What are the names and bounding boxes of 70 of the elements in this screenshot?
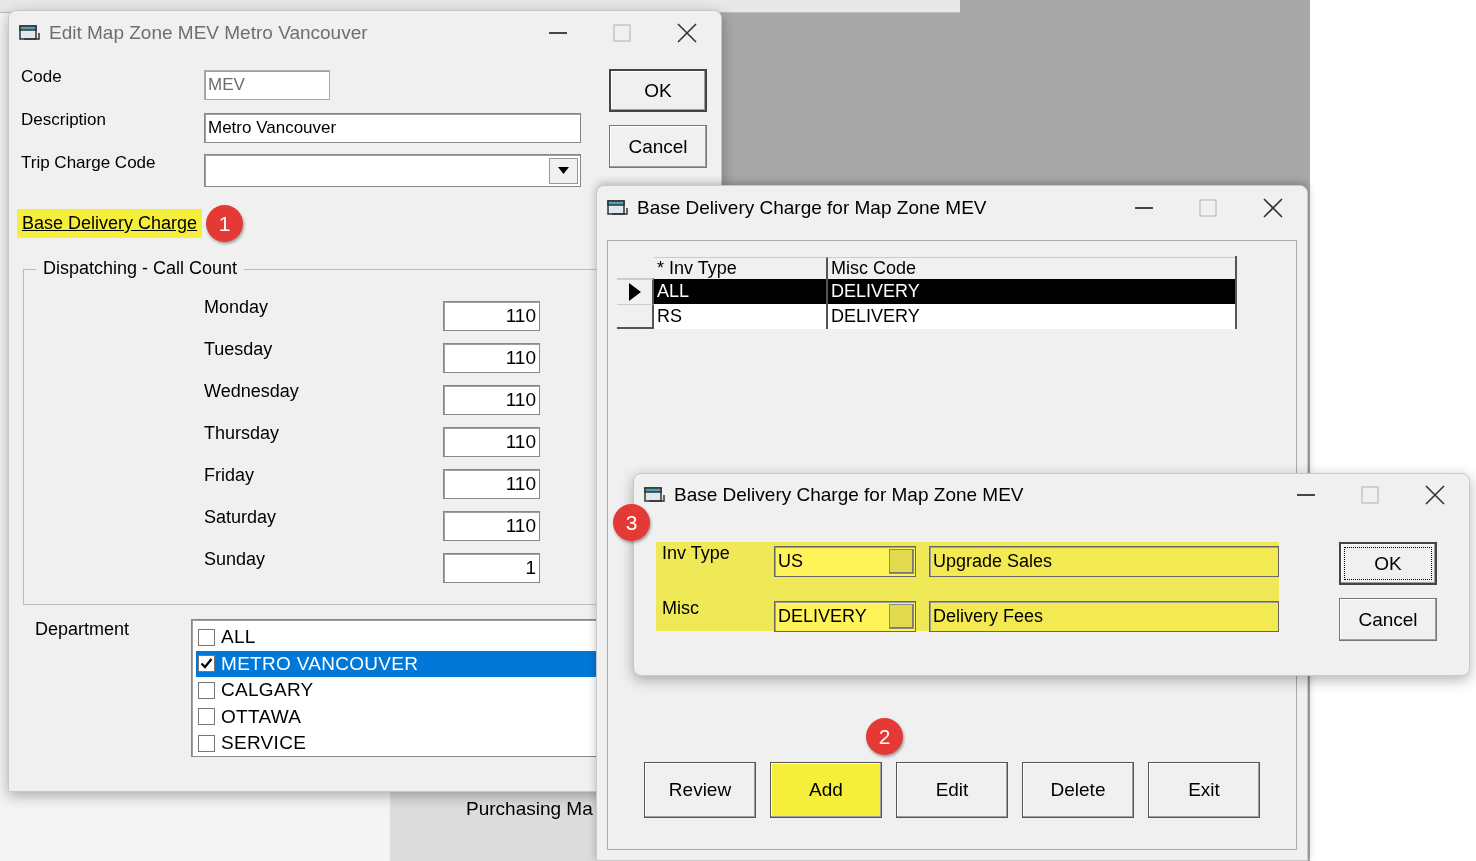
day-label: Saturday [204,507,278,528]
checkbox[interactable] [198,628,215,646]
close-icon[interactable] [677,23,697,43]
field-label: Description [21,110,108,130]
count-field[interactable]: 110 [443,468,540,499]
count-field[interactable]: 110 [443,426,540,457]
table-row[interactable]: ALL DELIVERY [617,279,1235,304]
window-title: Edit Map Zone MEV Metro Vancouver [49,22,369,44]
text-field[interactable]: Metro Vancouver [204,112,581,143]
count-field[interactable]: 110 [443,384,540,415]
action-button[interactable]: Edit [896,762,1008,818]
action-button[interactable]: Review [644,762,756,818]
window-icon [607,199,629,217]
checkbox[interactable] [198,655,215,673]
window-title: Base Delivery Charge for Map Zone MEV [674,484,1025,506]
row-pointer-icon [628,283,641,301]
description-field: Delivery Fees [929,600,1279,632]
window-title: Base Delivery Charge for Map Zone MEV [637,197,988,219]
table-cell: RS [654,304,828,329]
day-label: Tuesday [204,339,274,360]
close-icon[interactable] [1425,485,1445,505]
checkbox[interactable] [198,681,215,699]
dialog-button[interactable]: Cancel [609,125,707,168]
lookup-button[interactable] [889,603,914,629]
count-field[interactable]: 110 [443,300,540,331]
base-delivery-charge-link[interactable]: Base Delivery Charge [17,209,203,238]
department-item[interactable]: METRO VANCOUVER [196,650,596,677]
window-icon [19,24,41,42]
description-field: Upgrade Sales [929,545,1279,577]
window-icon [644,486,666,504]
field-label: Inv Type [662,543,731,564]
field-label: Misc [662,598,700,619]
group-title: Dispatching - Call Count [36,258,245,279]
dialog-button[interactable]: Cancel [1339,598,1437,641]
field-label: Trip Charge Code [21,153,157,173]
close-icon[interactable] [1263,198,1283,218]
department-item[interactable]: CALGARY [198,677,596,704]
dialog-button[interactable]: OK [1339,542,1437,585]
table-row[interactable]: RS DELIVERY [617,304,1235,329]
count-field[interactable]: 1 [443,552,540,583]
field-label: Code [21,67,63,87]
checkbox[interactable] [198,734,215,752]
day-label: Thursday [204,423,281,444]
department-item[interactable]: ALL [198,624,596,651]
step-badge: 1 [206,205,244,242]
count-field[interactable]: 110 [443,342,540,373]
checkbox[interactable] [198,708,215,726]
department-item[interactable]: SERVICE [198,730,596,757]
department-item[interactable]: OTTAWA [198,703,596,730]
action-button[interactable]: Exit [1148,762,1260,818]
day-label: Friday [204,465,255,486]
step-badge: 2 [866,718,903,755]
day-label: Monday [204,297,270,318]
table-cell: ALL [654,279,828,304]
dropdown-field[interactable] [204,154,581,187]
field-label: Department [35,619,131,641]
panel-title: Purchasing Ma [466,798,593,820]
day-label: Wednesday [204,381,300,402]
count-field[interactable]: 110 [443,510,540,541]
code-field[interactable]: US [774,545,916,577]
table-cell: DELIVERY [828,279,1235,304]
day-label: Sunday [204,549,267,570]
action-button[interactable]: Delete [1022,762,1134,818]
dropdown-arrow-icon [558,167,569,174]
code-field[interactable]: DELIVERY [774,600,916,632]
column-header[interactable]: * Inv Type [654,257,828,279]
action-button[interactable]: Add [770,762,882,818]
lookup-button[interactable] [889,548,914,574]
dialog-button[interactable]: OK [609,69,707,112]
table-cell: DELIVERY [828,304,1235,329]
